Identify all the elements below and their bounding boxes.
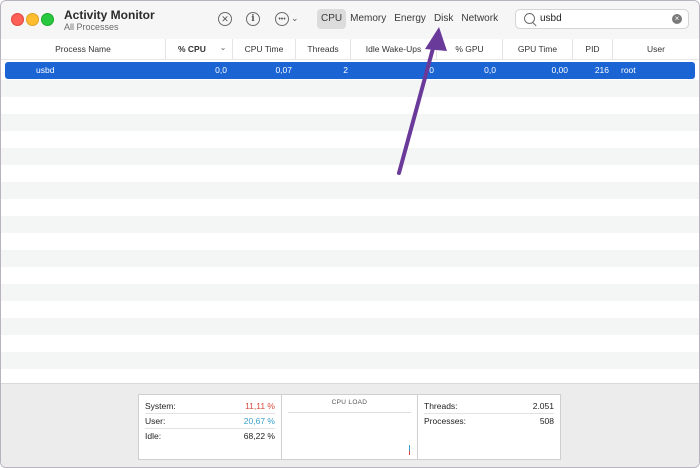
annotation-arrow: [397, 27, 447, 175]
activity-monitor-window: Activity Monitor All Processes ✕ i ••• ⌄…: [0, 0, 700, 468]
